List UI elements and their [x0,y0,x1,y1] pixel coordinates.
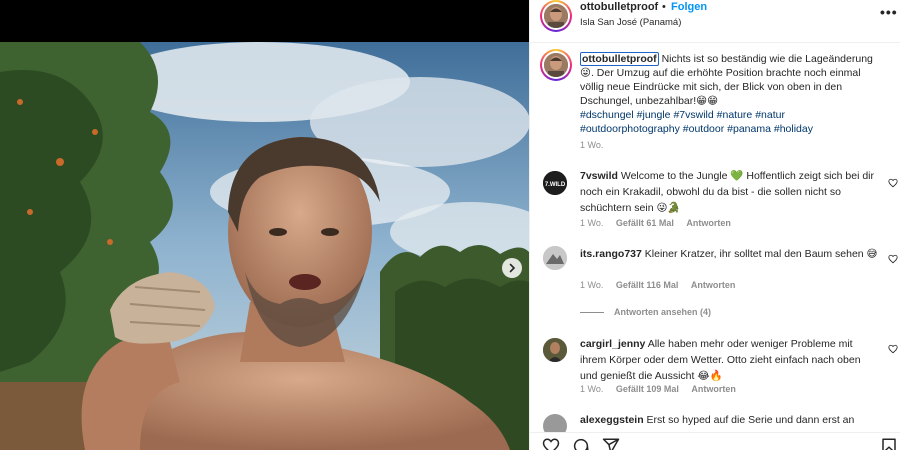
comment-meta: 1 Wo. Gefällt 109 Mal Antworten [580,384,746,394]
caption-avatar[interactable] [540,49,572,81]
commenter-avatar[interactable] [543,338,567,362]
hashtag-link[interactable]: #outdoorphotography [580,123,680,135]
caption-text: ottobulletproof Nichts ist so beständig … [580,52,880,136]
comment-body: Welcome to the Jungle 💚 Hoffentlich zeig… [580,170,875,214]
comment-body: Kleiner Kratzer, ihr solltet mal den Bau… [644,248,878,260]
commenter-avatar[interactable]: 7.WILD [543,171,567,195]
replies-divider [580,312,604,314]
comment-time[interactable]: 1 Wo. [580,384,603,394]
comment-likes[interactable]: Gefällt 61 Mal [616,218,674,228]
comment-text: 7vswild Welcome to the Jungle 💚 Hoffentl… [580,168,880,216]
post-media [0,0,529,450]
avatar-image [543,338,567,362]
bookmark-icon[interactable] [880,437,898,450]
next-image-button[interactable] [502,258,522,278]
hashtag-link[interactable]: #nature [717,109,753,121]
comment-text: its.rango737 Kleiner Kratzer, ihr sollte… [580,246,880,262]
separator-dot: • [662,1,666,13]
comment-username[interactable]: cargirl_jenny [580,338,645,350]
comment-username[interactable]: alexeggstein [580,414,644,426]
hashtag-link[interactable]: #outdoor [683,123,724,135]
post-location[interactable]: Isla San José (Panamá) [580,17,681,28]
comment-username[interactable]: its.rango737 [580,248,642,260]
author-username[interactable]: ottobulletproof [580,1,658,13]
comment-text: cargirl_jenny Alle haben mehr oder wenig… [580,336,880,384]
hashtag-link[interactable]: #7vswild [673,109,713,121]
comment-body: Erst so hyped auf die Serie und dann ers… [646,414,855,426]
view-replies-button[interactable]: Antworten ansehen (4) [580,307,711,317]
view-replies-label: Antworten ansehen (4) [614,307,712,317]
share-icon[interactable] [602,437,620,450]
avatar-image [544,4,568,28]
author-avatar[interactable] [540,0,572,32]
comment-likes[interactable]: Gefällt 116 Mal [616,280,679,290]
more-options-button[interactable]: ••• [880,4,898,20]
hashtag-link[interactable]: #dschungel [580,109,634,121]
caption-hashtags: #dschungel #jungle #7vswild #nature #nat… [580,109,813,135]
hashtag-link[interactable]: #holiday [774,123,813,135]
comment-time[interactable]: 1 Wo. [580,218,603,228]
heart-icon[interactable] [888,344,898,354]
avatar-image [544,53,568,77]
hashtag-link[interactable]: #natur [755,109,785,121]
hashtag-link[interactable]: #panama [727,123,771,135]
comment-meta: 1 Wo. Gefällt 61 Mal Antworten [580,218,741,228]
avatar-label: 7.WILD [545,182,566,188]
heart-icon[interactable] [888,178,898,188]
heart-icon[interactable] [542,437,560,450]
reply-button[interactable]: Antworten [691,280,736,290]
post-photo [0,42,529,450]
caption-username[interactable]: ottobulletproof [580,52,659,66]
avatar-image: 7.WILD [543,171,567,195]
reply-button[interactable]: Antworten [686,218,731,228]
comment-likes[interactable]: Gefällt 109 Mal [616,384,679,394]
hashtag-link[interactable]: #jungle [637,109,671,121]
heart-icon[interactable] [888,254,898,264]
comment-username[interactable]: 7vswild [580,170,618,182]
commenter-avatar[interactable] [543,246,567,270]
comment-icon[interactable] [572,437,590,450]
comment-meta: 1 Wo. Gefällt 116 Mal Antworten [580,280,745,290]
reply-button[interactable]: Antworten [691,384,736,394]
post-side-panel: ottobulletproof • Folgen Isla San José (… [529,0,900,450]
follow-button[interactable]: Folgen [671,1,707,13]
post-header: ottobulletproof • Folgen Isla San José (… [530,0,900,43]
comment-time[interactable]: 1 Wo. [580,280,603,290]
caption-timestamp[interactable]: 1 Wo. [580,140,603,150]
chevron-right-icon [509,263,516,273]
avatar-image [543,246,567,270]
comment-text: alexeggstein Erst so hyped auf die Serie… [580,412,880,428]
post-action-bar [530,432,900,450]
